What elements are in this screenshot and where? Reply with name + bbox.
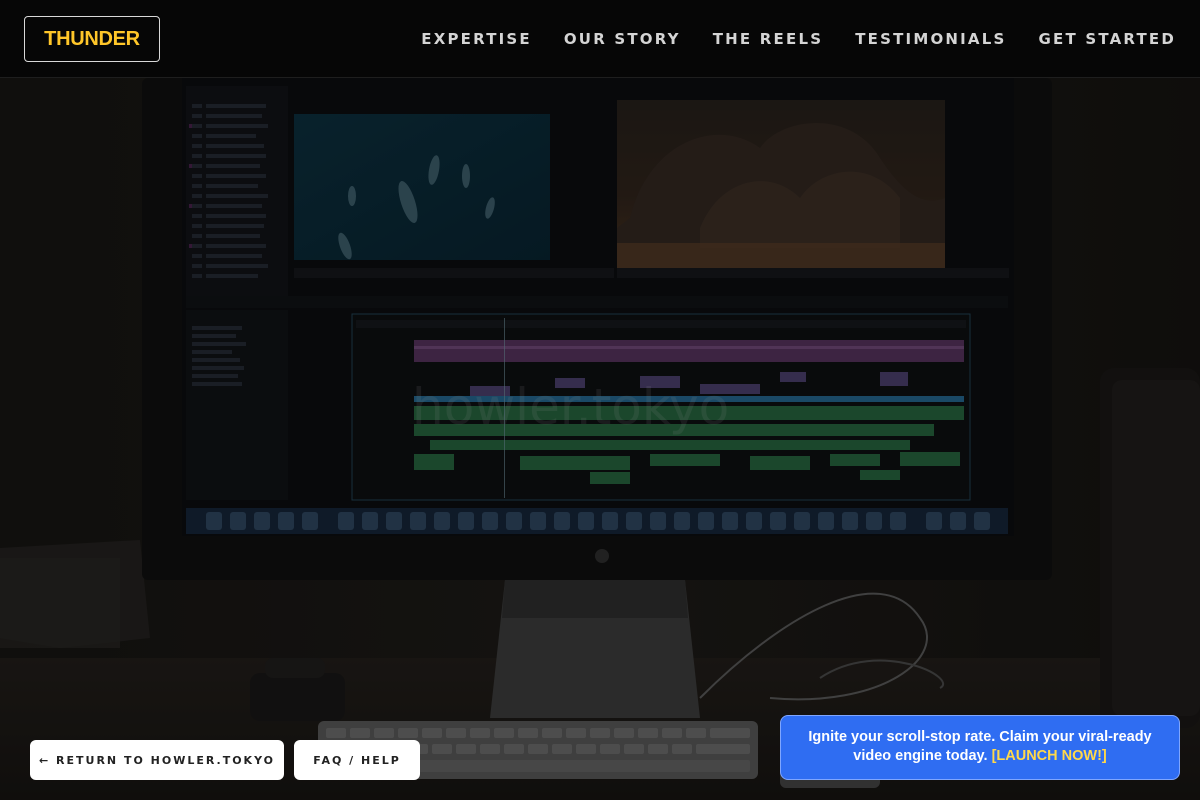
nav-our-story[interactable]: OUR STORY xyxy=(564,30,681,48)
return-to-howler-button[interactable]: ← RETURN TO HOWLER.TOKYO xyxy=(30,740,284,780)
nav-expertise[interactable]: EXPERTISE xyxy=(421,30,532,48)
faq-help-button[interactable]: FAQ / HELP xyxy=(294,740,420,780)
nav-get-started[interactable]: GET STARTED xyxy=(1039,30,1177,48)
logo[interactable]: THUNDER xyxy=(24,16,160,62)
cta-banner[interactable]: Ignite your scroll-stop rate. Claim your… xyxy=(780,715,1180,780)
hero-background: howler.tokyo xyxy=(0,78,1200,800)
cta-launch-link[interactable]: [LAUNCH NOW!] xyxy=(992,748,1107,764)
site-header: THUNDER EXPERTISE OUR STORY THE REELS TE… xyxy=(0,0,1200,78)
hero-photo: howler.tokyo xyxy=(0,78,1200,800)
nav-the-reels[interactable]: THE REELS xyxy=(713,30,823,48)
main-nav: EXPERTISE OUR STORY THE REELS TESTIMONIA… xyxy=(389,0,1176,78)
nav-testimonials[interactable]: TESTIMONIALS xyxy=(855,30,1006,48)
